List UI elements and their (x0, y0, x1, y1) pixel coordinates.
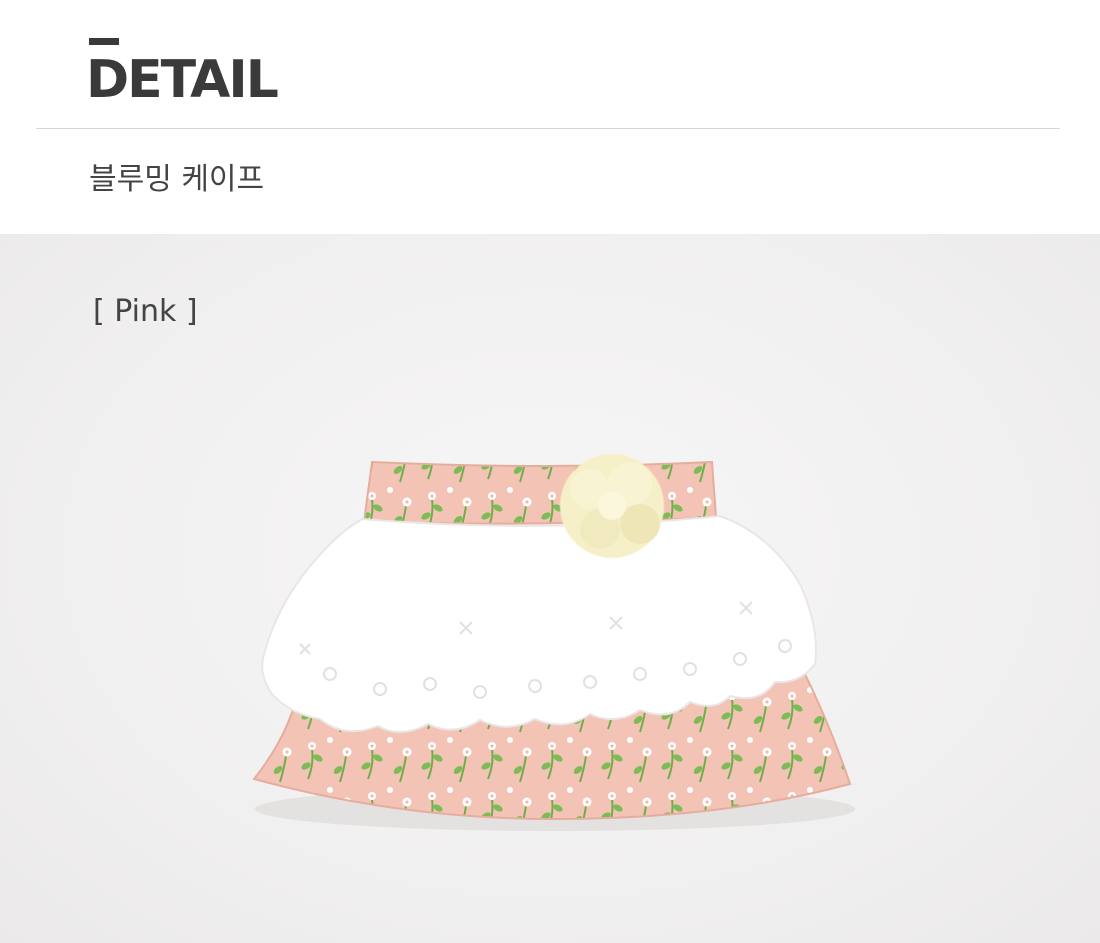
cream-flower-corsage (560, 454, 664, 558)
header-divider (36, 128, 1060, 129)
cape-illustration (252, 454, 855, 831)
section-title: DETAIL (86, 50, 279, 110)
product-photo: [ Pink ] (0, 234, 1100, 943)
product-name: 블루밍 케이프 (89, 162, 265, 197)
title-accent-bar (89, 38, 119, 45)
detail-header: DETAIL 블루밍 케이프 (0, 0, 1100, 234)
